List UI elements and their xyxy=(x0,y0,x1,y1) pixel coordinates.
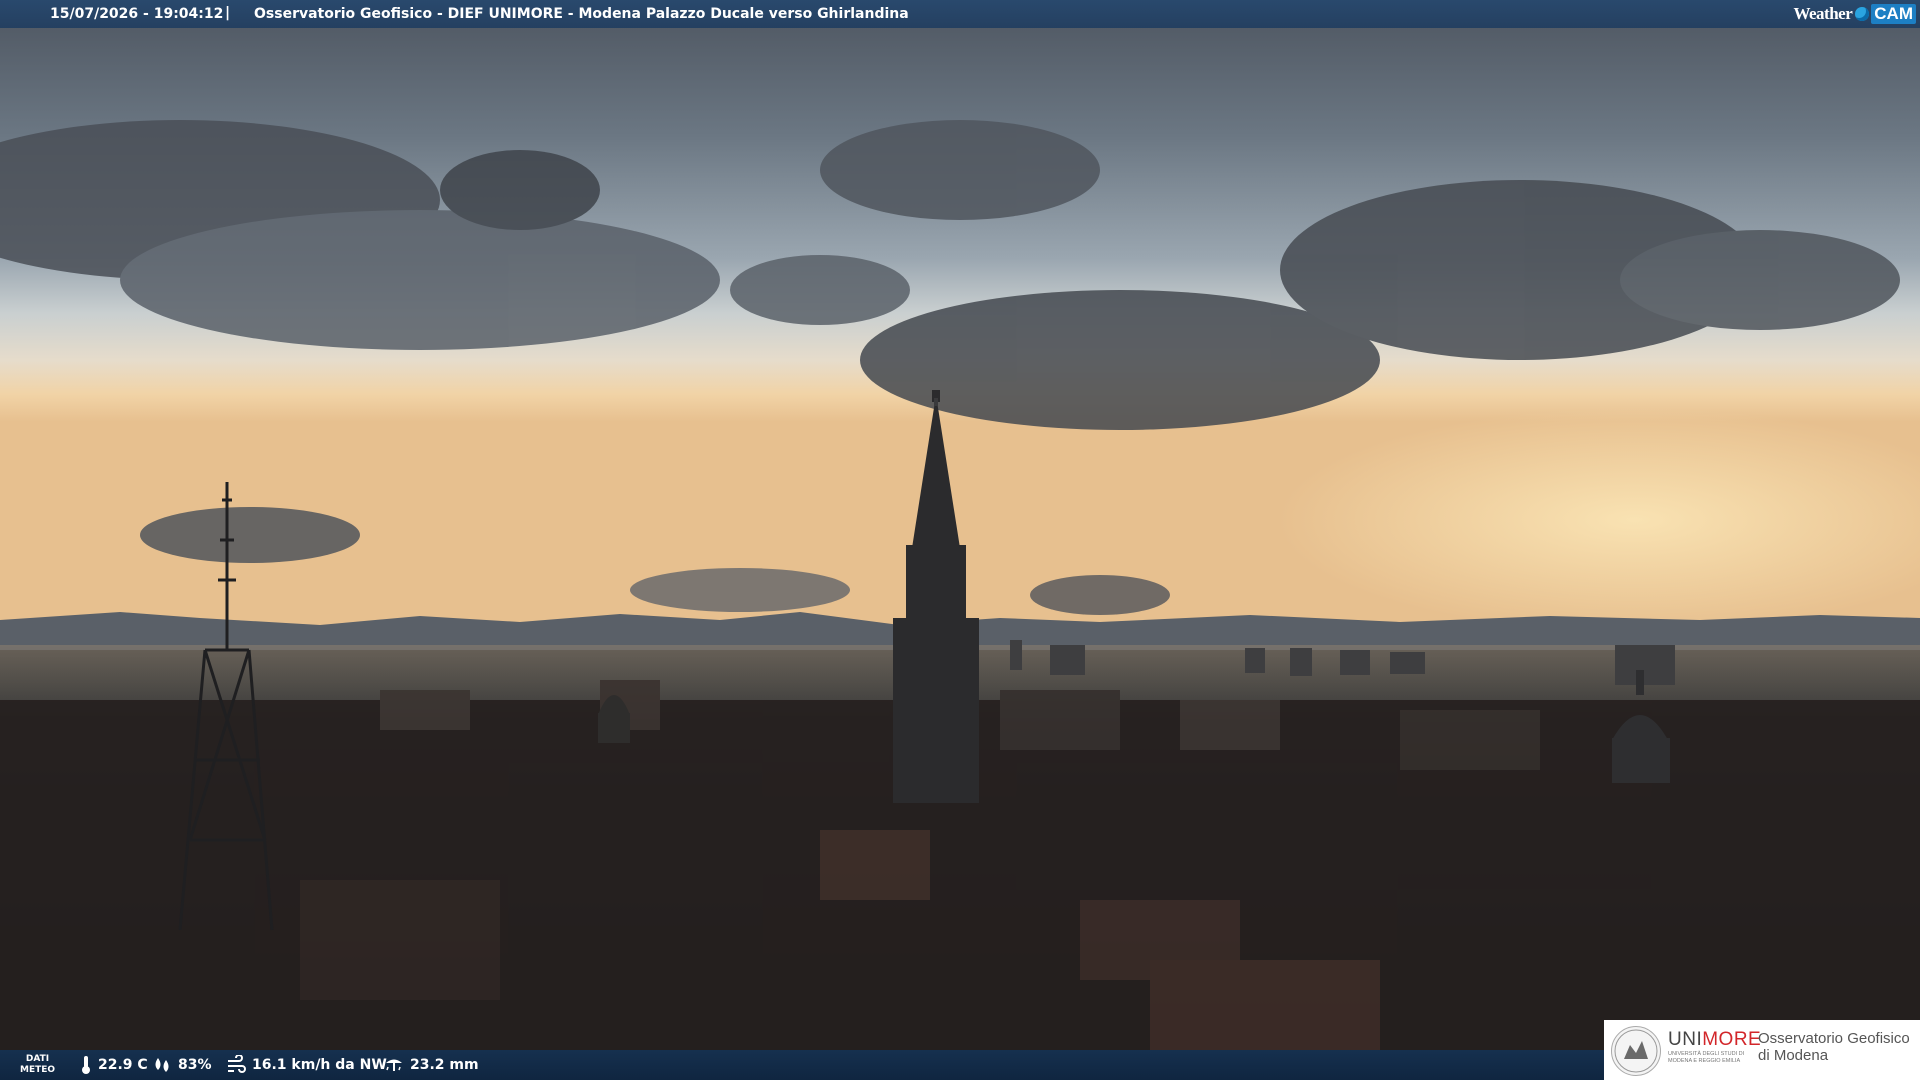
rain-reading: 23.2 mm xyxy=(384,1050,479,1080)
wind-value: 16.1 km/h da NW xyxy=(252,1057,387,1073)
unimore-prefix: UNI xyxy=(1668,1029,1703,1050)
camera-title: Osservatorio Geofisico - DIEF UNIMORE - … xyxy=(254,6,909,22)
rain-value: 23.2 mm xyxy=(410,1057,479,1073)
temperature-reading: 22.9 C xyxy=(80,1050,148,1080)
brand-cam: CAM xyxy=(1871,4,1916,24)
webcam-image xyxy=(0,0,1920,1080)
brand-weather: Weather xyxy=(1793,4,1853,23)
temperature-value: 22.9 C xyxy=(98,1057,148,1073)
header-bar: 15/07/2026 - 19:04:12 | Osservatorio Geo… xyxy=(0,0,1920,28)
unimore-suffix: MORE xyxy=(1702,1029,1762,1050)
wind-reading: 16.1 km/h da NW xyxy=(226,1050,387,1080)
weathercam-globe-icon xyxy=(1855,7,1870,21)
header-separator: | xyxy=(225,5,231,21)
humidity-value: 83% xyxy=(178,1057,212,1073)
dati-meteo-label: DATI METEO xyxy=(20,1054,55,1076)
wind-icon xyxy=(228,1055,246,1073)
thermometer-icon xyxy=(82,1056,90,1074)
humidity-reading: 83% xyxy=(152,1050,212,1080)
unimore-logo: UNIMORE UNIVERSITÀ DEGLI STUDI DI MODENA… xyxy=(1604,1020,1920,1080)
unimore-wordmark: UNIMORE xyxy=(1668,1029,1761,1051)
rain-gauge-icon xyxy=(386,1059,402,1071)
weathercam-logo: Weather CAM xyxy=(1793,2,1916,26)
unimore-subtitle: UNIVERSITÀ DEGLI STUDI DI MODENA E REGGI… xyxy=(1668,1051,1745,1064)
meteo-label: METEO xyxy=(20,1065,56,1075)
timestamp: 15/07/2026 - 19:04:12 xyxy=(50,6,224,22)
observatory-name: Osservatorio Geofisico di Modena xyxy=(1758,1030,1910,1064)
weather-data-bar: DATI METEO 22.9 C 83% 16.1 km/h da NW 23… xyxy=(0,1050,1604,1080)
dati-label: DATI xyxy=(25,1054,50,1064)
university-seal-icon xyxy=(1611,1026,1661,1076)
humidity-drop-icon xyxy=(155,1058,169,1072)
